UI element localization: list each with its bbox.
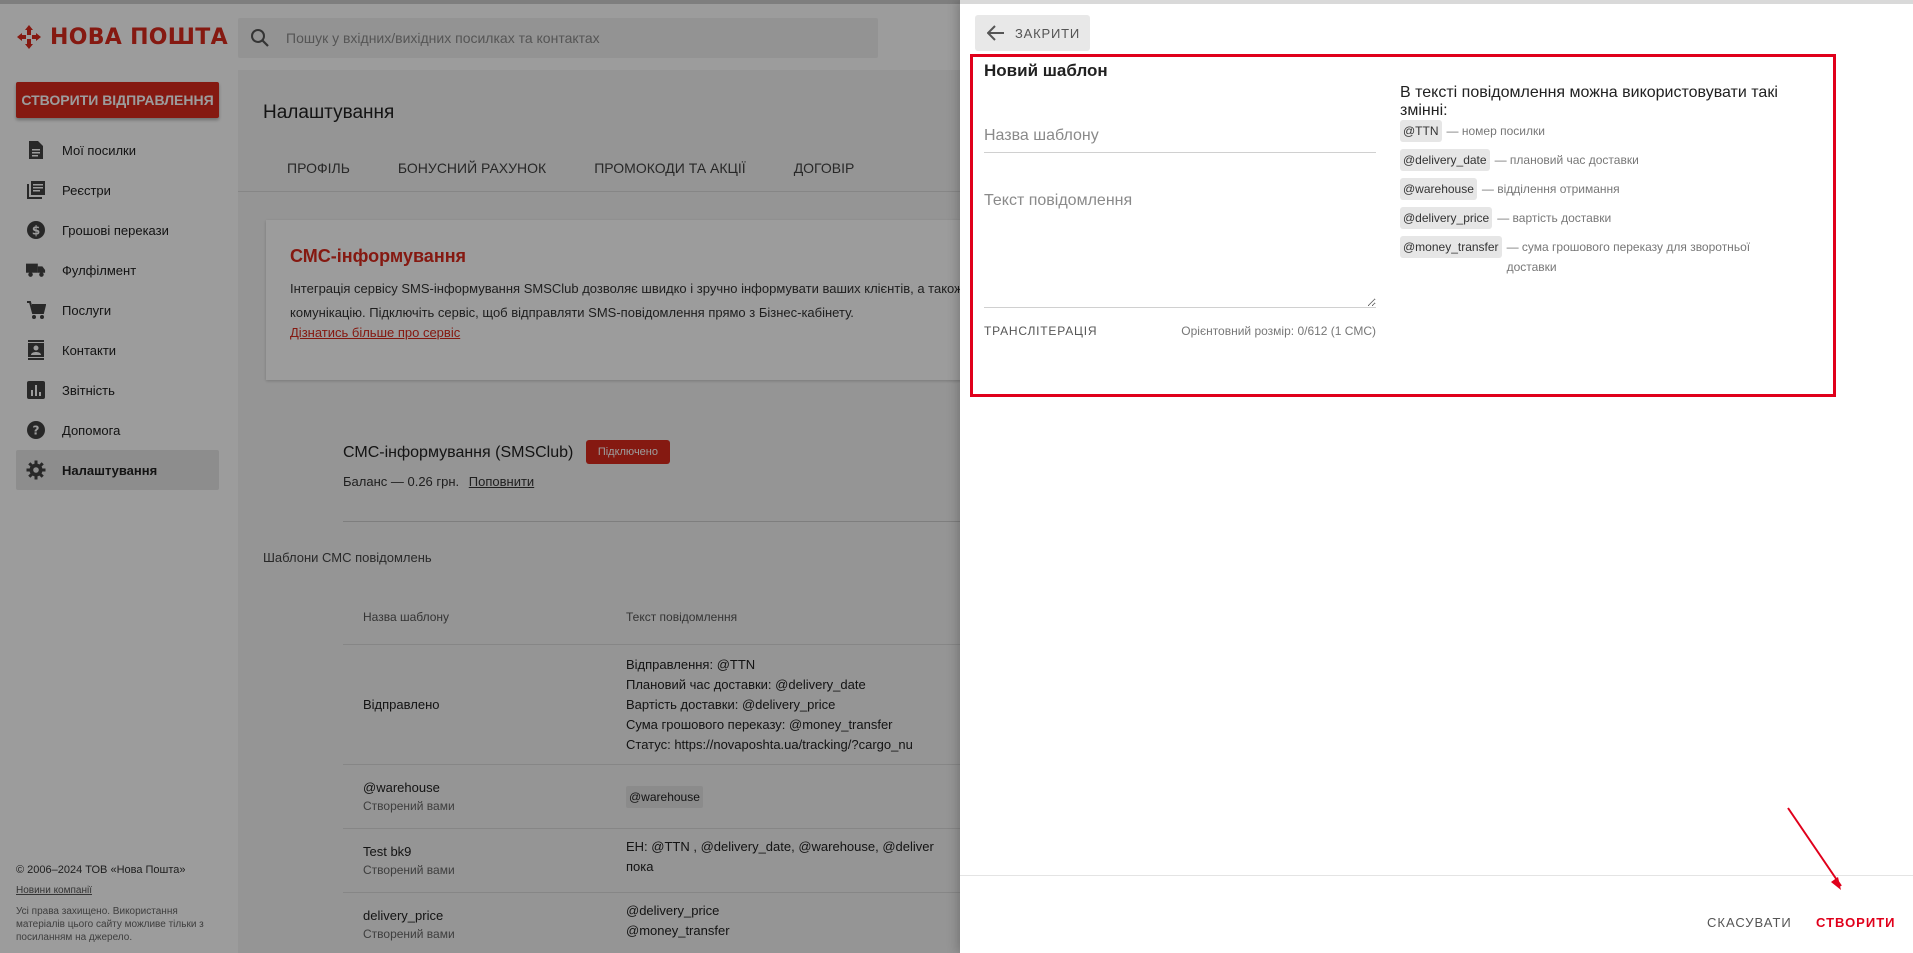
variable-description: — номер посилки	[1446, 124, 1545, 138]
variable-chip[interactable]: @delivery_price	[1400, 207, 1493, 229]
transliteration-toggle[interactable]: ТРАНСЛІТЕРАЦІЯ	[984, 324, 1097, 338]
close-label: ЗАКРИТИ	[1015, 25, 1080, 41]
variable-description: — вартість доставки	[1497, 211, 1612, 225]
variable-chip[interactable]: @delivery_date	[1400, 149, 1490, 171]
template-name-input[interactable]	[984, 119, 1376, 153]
variables-title: В тексті повідомлення можна використовув…	[1400, 84, 1778, 119]
variable-chip[interactable]: @money_transfer	[1400, 236, 1502, 258]
variable-description: — сума грошового переказу для зворотньої…	[1506, 240, 1751, 274]
create-button[interactable]: СТВОРИТИ	[1816, 915, 1895, 930]
variable-chip[interactable]: @TTN	[1400, 120, 1442, 142]
variable-description: — відділення отримання	[1481, 182, 1620, 196]
cancel-button[interactable]: СКАСУВАТИ	[1707, 915, 1792, 930]
variable-chip[interactable]: @warehouse	[1400, 178, 1477, 200]
message-text-input[interactable]	[984, 192, 1376, 308]
variable-description: — плановий час доставки	[1494, 153, 1639, 167]
drawer-footer: СКАСУВАТИ СТВОРИТИ	[960, 875, 1913, 953]
form-title: Новий шаблон	[984, 61, 1108, 80]
message-size-info: Орієнтовний розмір: 0/612 (1 СМС)	[1181, 324, 1376, 338]
variable-item: @warehouse — відділення отримання	[1400, 178, 1820, 200]
new-template-drawer: ЗАКРИТИ Новий шаблон ТРАНСЛІТЕРАЦІЯ Оріє…	[960, 0, 1913, 953]
variable-item: @delivery_date — плановий час доставки	[1400, 149, 1820, 171]
variable-item: @TTN — номер посилки	[1400, 120, 1820, 142]
arrow-left-icon	[987, 25, 1004, 41]
variable-item: @delivery_price — вартість доставки	[1400, 207, 1820, 229]
close-button[interactable]: ЗАКРИТИ	[975, 15, 1090, 51]
variable-item: @money_transfer — сума грошового переказ…	[1400, 236, 1820, 277]
variables-list: @TTN — номер посилки @delivery_date — пл…	[1400, 120, 1820, 284]
